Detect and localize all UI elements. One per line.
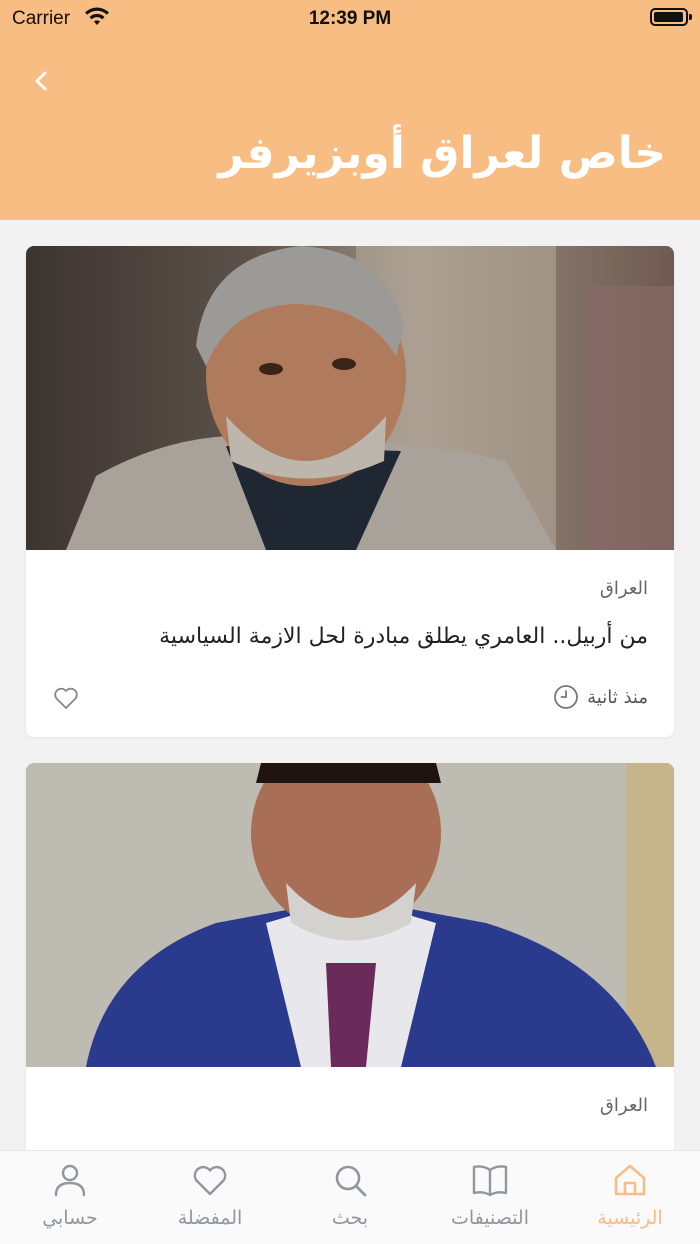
article-image[interactable]	[26, 763, 674, 1067]
clock: 12:39 PM	[308, 8, 392, 29]
article-headline[interactable]: من أربيل.. العامري يطلق مبادرة لحل الازم…	[48, 624, 648, 649]
article-category[interactable]: العراق	[600, 578, 648, 599]
book-icon	[472, 1165, 508, 1197]
tab-label: التصنيفات	[450, 1207, 530, 1229]
tab-favorites[interactable]: المفضلة	[140, 1151, 280, 1244]
battery-icon	[650, 8, 692, 26]
article-card[interactable]: العراق	[26, 763, 674, 1150]
tab-home[interactable]: الرئيسية	[560, 1151, 700, 1244]
article-time-ago: منذ ثانية	[587, 686, 648, 708]
home-icon	[614, 1164, 646, 1196]
back-button[interactable]	[26, 66, 56, 96]
tab-categories[interactable]: التصنيفات	[420, 1151, 560, 1244]
article-card[interactable]: العراق من أربيل.. العامري يطلق مبادرة لح…	[26, 246, 674, 737]
tab-search[interactable]: بحث	[280, 1151, 420, 1244]
article-image[interactable]	[26, 246, 674, 550]
status-bar: Carrier 12:39 PM	[0, 0, 700, 40]
tab-label: الرئيسية	[597, 1207, 663, 1229]
article-timestamp: منذ ثانية	[553, 684, 648, 710]
search-icon	[335, 1165, 367, 1197]
favorite-button[interactable]	[52, 684, 80, 712]
tab-bar: حسابي المفضلة بحث التصنيفات الرئيسية	[0, 1150, 700, 1244]
tab-label: بحث	[331, 1207, 369, 1229]
tab-account[interactable]: حسابي	[0, 1151, 140, 1244]
clock-icon	[554, 685, 579, 709]
article-category[interactable]: العراق	[600, 1095, 648, 1116]
page-title: خاص لعراق أوبزيرفر	[218, 128, 666, 179]
tab-label: المفضلة	[177, 1207, 243, 1229]
person-icon	[54, 1164, 86, 1197]
article-feed[interactable]: العراق من أربيل.. العامري يطلق مبادرة لح…	[0, 220, 700, 1150]
heart-icon	[193, 1165, 227, 1196]
tab-label: حسابي	[42, 1207, 98, 1229]
header: خاص لعراق أوبزيرفر	[0, 40, 700, 220]
